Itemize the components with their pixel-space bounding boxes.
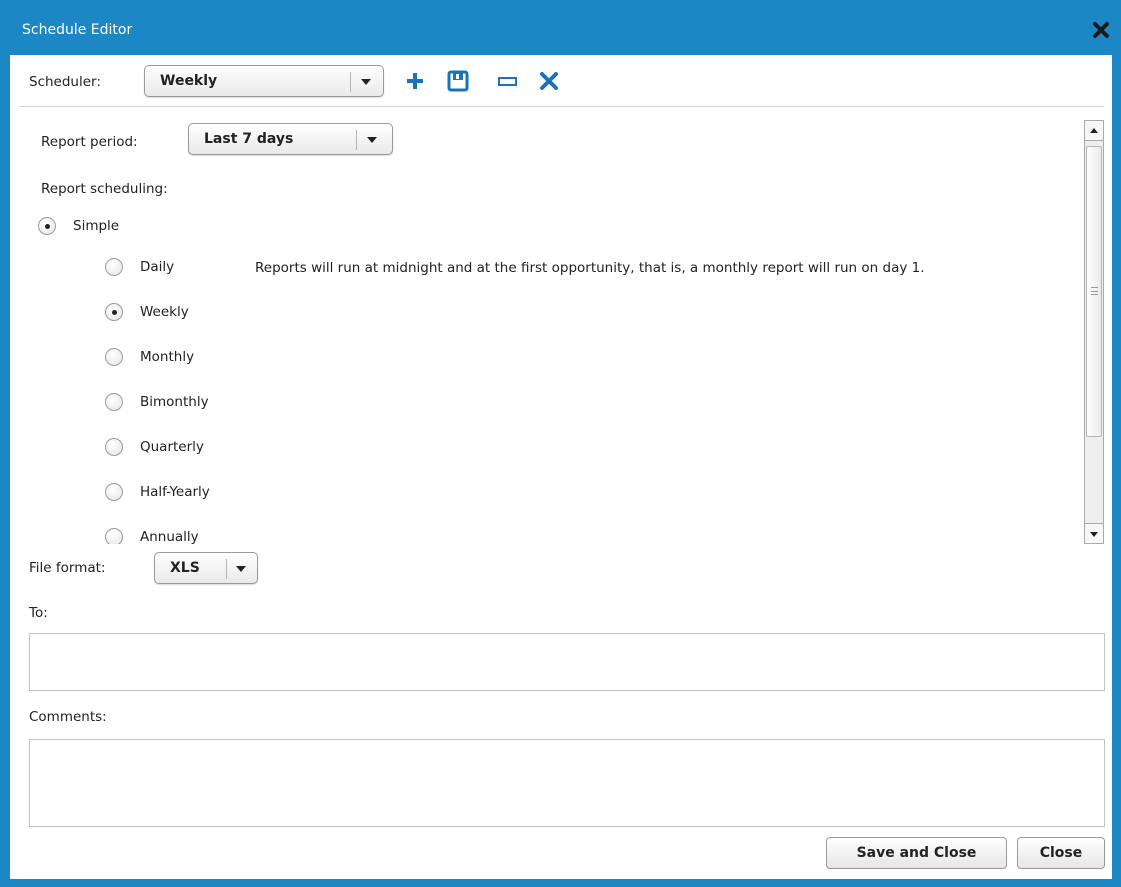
simple-radio[interactable] (38, 217, 56, 235)
close-button[interactable]: Close (1017, 837, 1105, 869)
scheduler-select[interactable]: Weekly (144, 65, 384, 97)
dropdown-arrow-icon (367, 137, 377, 143)
daily-label: Daily (140, 259, 175, 275)
scroll-down-icon[interactable] (1085, 523, 1103, 543)
delete-icon[interactable] (537, 69, 561, 93)
scheduler-label: Scheduler: (29, 74, 101, 90)
dropdown-arrow-icon (361, 79, 371, 85)
report-scheduling-label: Report scheduling: (41, 181, 168, 197)
schedule-editor-dialog: Schedule Editor Scheduler: Weekly Report… (0, 0, 1121, 887)
monthly-radio[interactable] (105, 348, 123, 366)
weekly-label: Weekly (140, 304, 189, 320)
dialog-body: Scheduler: Weekly Report period: Last 7 … (10, 55, 1112, 879)
annually-radio[interactable] (105, 528, 123, 544)
half-yearly-radio[interactable] (105, 483, 123, 501)
half-yearly-label: Half-Yearly (140, 484, 210, 500)
to-label: To: (29, 605, 48, 621)
add-icon[interactable] (403, 69, 427, 93)
rename-icon[interactable] (496, 69, 520, 93)
report-period-select[interactable]: Last 7 days (188, 123, 393, 155)
file-format-select[interactable]: XLS (154, 552, 258, 584)
comments-label: Comments: (29, 709, 107, 725)
bimonthly-label: Bimonthly (140, 394, 209, 410)
quarterly-radio[interactable] (105, 438, 123, 456)
scrollbar-thumb[interactable] (1086, 146, 1102, 437)
file-format-value: XLS (170, 560, 200, 576)
monthly-label: Monthly (140, 349, 195, 365)
window-title: Schedule Editor (22, 22, 133, 38)
title-bar: Schedule Editor (0, 0, 1121, 54)
save-icon[interactable] (446, 69, 470, 93)
comments-field[interactable] (29, 739, 1105, 827)
daily-radio[interactable] (105, 258, 123, 276)
file-format-label: File format: (29, 560, 106, 576)
vertical-scrollbar[interactable] (1084, 120, 1104, 544)
grip-icon (1091, 287, 1098, 295)
report-period-value: Last 7 days (204, 131, 294, 147)
bimonthly-radio[interactable] (105, 393, 123, 411)
schedule-info-text: Reports will run at midnight and at the … (255, 260, 925, 276)
save-and-close-button[interactable]: Save and Close (826, 837, 1007, 869)
report-period-label: Report period: (41, 134, 138, 150)
toolbar-divider (20, 106, 1104, 107)
simple-label: Simple (73, 218, 120, 234)
close-icon[interactable] (1091, 20, 1111, 40)
dropdown-arrow-icon (236, 566, 246, 572)
scheduler-value: Weekly (160, 73, 218, 89)
report-settings-area[interactable]: Report period: Last 7 days Report schedu… (20, 118, 1106, 544)
to-field[interactable] (29, 633, 1105, 691)
scroll-up-icon[interactable] (1085, 121, 1103, 141)
weekly-radio[interactable] (105, 303, 123, 321)
annually-label: Annually (140, 529, 199, 544)
quarterly-label: Quarterly (140, 439, 204, 455)
